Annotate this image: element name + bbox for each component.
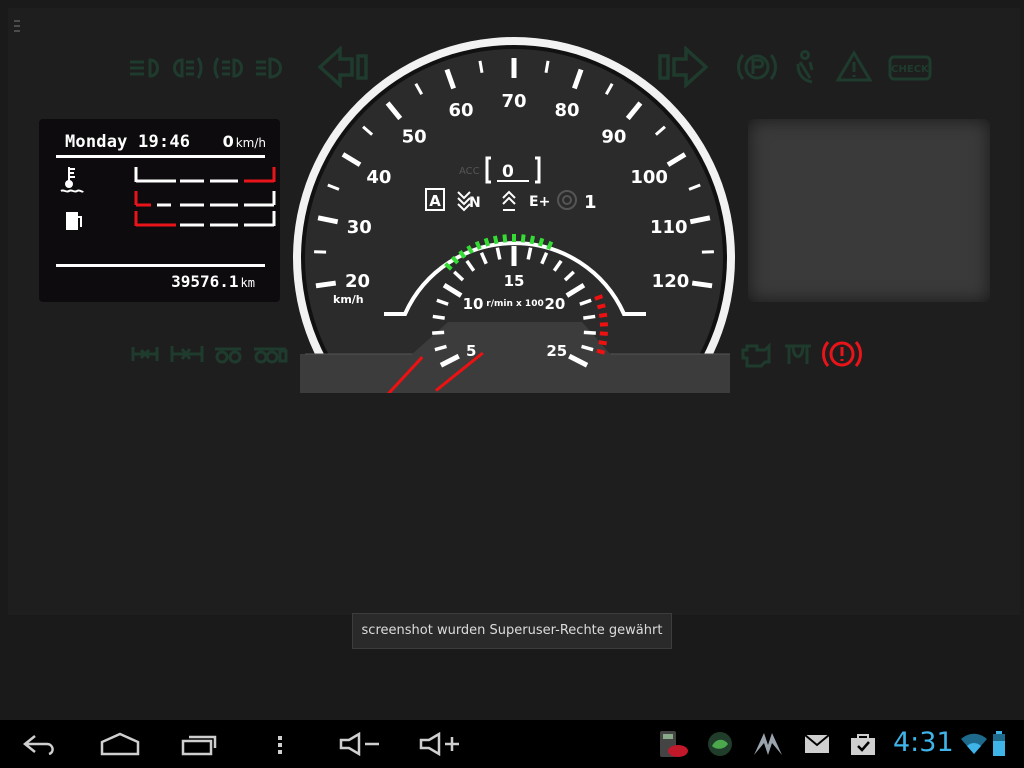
calculator-app-icon[interactable]	[656, 729, 690, 759]
back-button[interactable]	[10, 720, 70, 768]
recent-apps-button[interactable]	[170, 720, 230, 768]
odometer-value: 39576.1	[171, 272, 239, 291]
divider	[56, 155, 265, 158]
coolant-temp-icon	[60, 167, 84, 193]
check-label: CHECK	[891, 64, 930, 75]
turn-right-icon	[656, 46, 708, 88]
low-beam-icon	[128, 56, 164, 80]
volume-down-icon	[339, 732, 379, 756]
launcher-icon[interactable]	[752, 731, 784, 757]
trailer-axle-double-icon	[252, 343, 288, 365]
back-icon	[22, 735, 54, 756]
parking-brake-icon	[737, 50, 777, 84]
battery-icon	[993, 731, 1005, 756]
coolant-level-bar	[134, 167, 276, 207]
differential-lock-icon	[170, 343, 204, 365]
turn-left-icon	[318, 46, 370, 88]
wifi-icon	[961, 733, 987, 754]
volume-up-icon	[419, 732, 459, 756]
fuel-level-bar	[134, 211, 276, 227]
status-clock[interactable]: 4:31	[893, 727, 954, 758]
level-bars	[60, 167, 276, 230]
store-icon[interactable]	[850, 732, 876, 756]
divider	[56, 264, 265, 267]
trip-info-panel: Monday 19:46 0 km/h 39576.1 km	[39, 119, 280, 302]
fishing-app-icon[interactable]	[706, 730, 734, 758]
odometer-unit: km	[240, 276, 255, 290]
home-button[interactable]	[90, 720, 150, 768]
overflow-menu-icon[interactable]	[14, 20, 20, 38]
menu-icon	[278, 736, 282, 754]
system-bar: 4:31	[0, 720, 1024, 768]
glow-plug-icon	[783, 340, 813, 368]
warning-triangle-icon	[836, 50, 872, 82]
day-time: Monday 19:46	[65, 132, 191, 152]
seatbelt-icon	[792, 50, 818, 84]
rear-fog-light-icon	[212, 56, 246, 80]
check-engine-icon: CHECK	[888, 55, 932, 81]
dashboard-screen	[8, 8, 1020, 615]
speed-unit: km/h	[235, 136, 266, 150]
fuel-icon	[66, 212, 82, 230]
trailer-axle-icon	[213, 343, 243, 365]
engine-icon	[739, 340, 775, 368]
home-icon	[100, 732, 140, 756]
high-beam-icon	[254, 56, 288, 80]
blank-display-panel	[748, 119, 990, 302]
volume-down-button[interactable]	[330, 720, 390, 768]
recent-apps-icon	[181, 735, 217, 756]
fog-light-icon	[172, 56, 204, 80]
speed-readout: 0 km/h	[223, 132, 266, 151]
gmail-icon[interactable]	[804, 734, 830, 754]
odometer: 39576.1 km	[171, 272, 255, 291]
volume-up-button[interactable]	[410, 720, 470, 768]
toast-message: screenshot wurden Superuser-Rechte gewäh…	[352, 613, 672, 649]
brake-warning-icon	[822, 337, 862, 371]
speed-value: 0	[222, 132, 234, 151]
menu-button[interactable]	[250, 720, 310, 768]
axle-lock-icon	[131, 343, 159, 365]
